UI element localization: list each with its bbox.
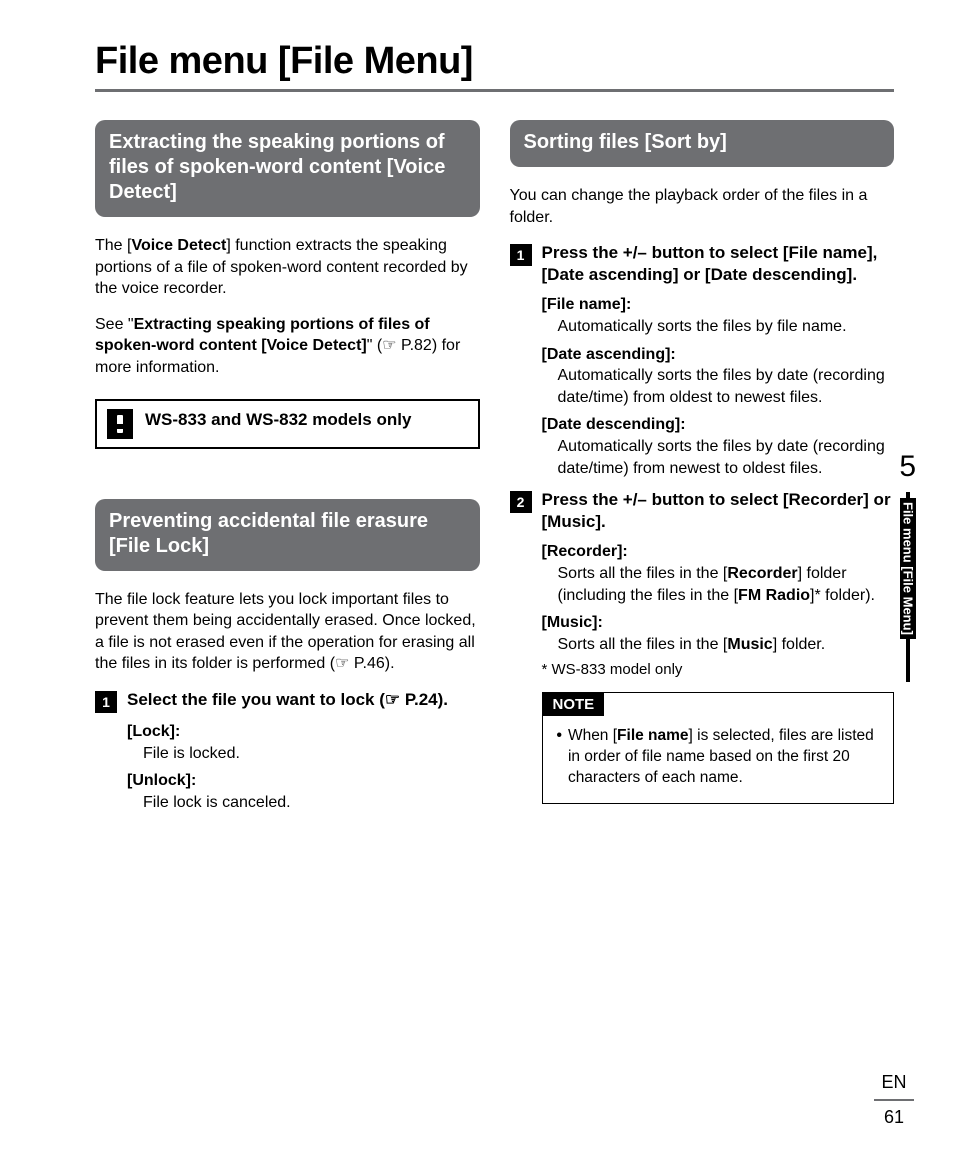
option-date-ascending: [Date ascending]: Automatically sorts th… (542, 344, 895, 409)
right-column: Sorting files [Sort by] You can change t… (510, 120, 895, 819)
option-desc: Sorts all the files in the [Music] folde… (558, 634, 895, 656)
side-tab-label: File menu [File Menu] (900, 498, 916, 639)
sort-by-paragraph: You can change the playback order of the… (510, 185, 895, 228)
sort-step-1: 1 Press the +/– button to select [File n… (510, 242, 895, 286)
section-file-lock-heading: Preventing accidental file erasure [File… (95, 499, 480, 571)
option-desc: Automatically sorts the files by date (r… (558, 365, 895, 408)
option-desc: File is locked. (143, 743, 480, 765)
step-number: 2 (510, 491, 532, 513)
note-heading: NOTE (543, 693, 605, 716)
option-label: Lock (132, 723, 169, 740)
option-label: Date ascending (547, 346, 665, 363)
step-number: 1 (510, 244, 532, 266)
note-body: • When [File name] is selected, files ar… (543, 716, 894, 803)
section-voice-detect-heading: Extracting the speaking portions of file… (95, 120, 480, 217)
step-number: 1 (95, 691, 117, 713)
title-rule (95, 89, 894, 92)
footnote: * WS-833 model only (542, 661, 895, 678)
option-desc: Sorts all the files in the [Recorder] fo… (558, 563, 895, 606)
voice-detect-paragraph-1: The [Voice Detect] function extracts the… (95, 235, 480, 300)
chapter-number: 5 (899, 450, 916, 484)
bold-term: Voice Detect (131, 237, 226, 254)
page-title: File menu [File Menu] (95, 40, 894, 83)
option-desc: Automatically sorts the files by file na… (558, 316, 895, 338)
option-label: Music (547, 614, 592, 631)
section-sort-by-heading: Sorting files [Sort by] (510, 120, 895, 167)
option-date-descending: [Date descending]: Automatically sorts t… (542, 414, 895, 479)
page-footer: EN 61 (874, 1072, 914, 1128)
language-code: EN (874, 1072, 914, 1093)
footer-rule (874, 1099, 914, 1101)
option-file-name: [File name]: Automatically sorts the fil… (542, 294, 895, 337)
option-label: Date descending (547, 416, 675, 433)
option-label: Recorder (547, 543, 617, 560)
voice-detect-paragraph-2: See "Extracting speaking portions of fil… (95, 314, 480, 379)
file-lock-paragraph: The file lock feature lets you lock impo… (95, 589, 480, 675)
option-music: [Music]: Sorts all the files in the [Mus… (542, 612, 895, 655)
file-lock-step-1: 1 Select the file you want to lock (☞ P.… (95, 689, 480, 713)
model-alert-box: WS-833 and WS-832 models only (95, 399, 480, 449)
alert-text: WS-833 and WS-832 models only (145, 409, 411, 431)
step-instruction: Press the +/– button to select [Recorder… (542, 489, 895, 533)
step-instruction: Select the file you want to lock (☞ P.24… (127, 689, 448, 713)
option-unlock: [Unlock]: File lock is canceled. (127, 770, 480, 813)
page-number: 61 (874, 1107, 914, 1128)
text: See " (95, 316, 134, 333)
option-label: File name (547, 296, 621, 313)
option-desc: File lock is canceled. (143, 792, 480, 814)
option-lock: [Lock]: File is locked. (127, 721, 480, 764)
sort-step-2: 2 Press the +/– button to select [Record… (510, 489, 895, 533)
alert-icon (107, 409, 133, 439)
text: The [ (95, 237, 131, 254)
bullet-icon: • (557, 726, 562, 789)
option-label: Unlock (132, 772, 185, 789)
left-column: Extracting the speaking portions of file… (95, 120, 480, 819)
step-instruction: Press the +/– button to select [File nam… (542, 242, 895, 286)
side-tab: 5 File menu [File Menu] (899, 450, 916, 686)
option-recorder: [Recorder]: Sorts all the files in the [… (542, 541, 895, 606)
option-desc: Automatically sorts the files by date (r… (558, 436, 895, 479)
note-box: NOTE • When [File name] is selected, fil… (542, 692, 895, 804)
note-text: When [File name] is selected, files are … (568, 726, 879, 789)
